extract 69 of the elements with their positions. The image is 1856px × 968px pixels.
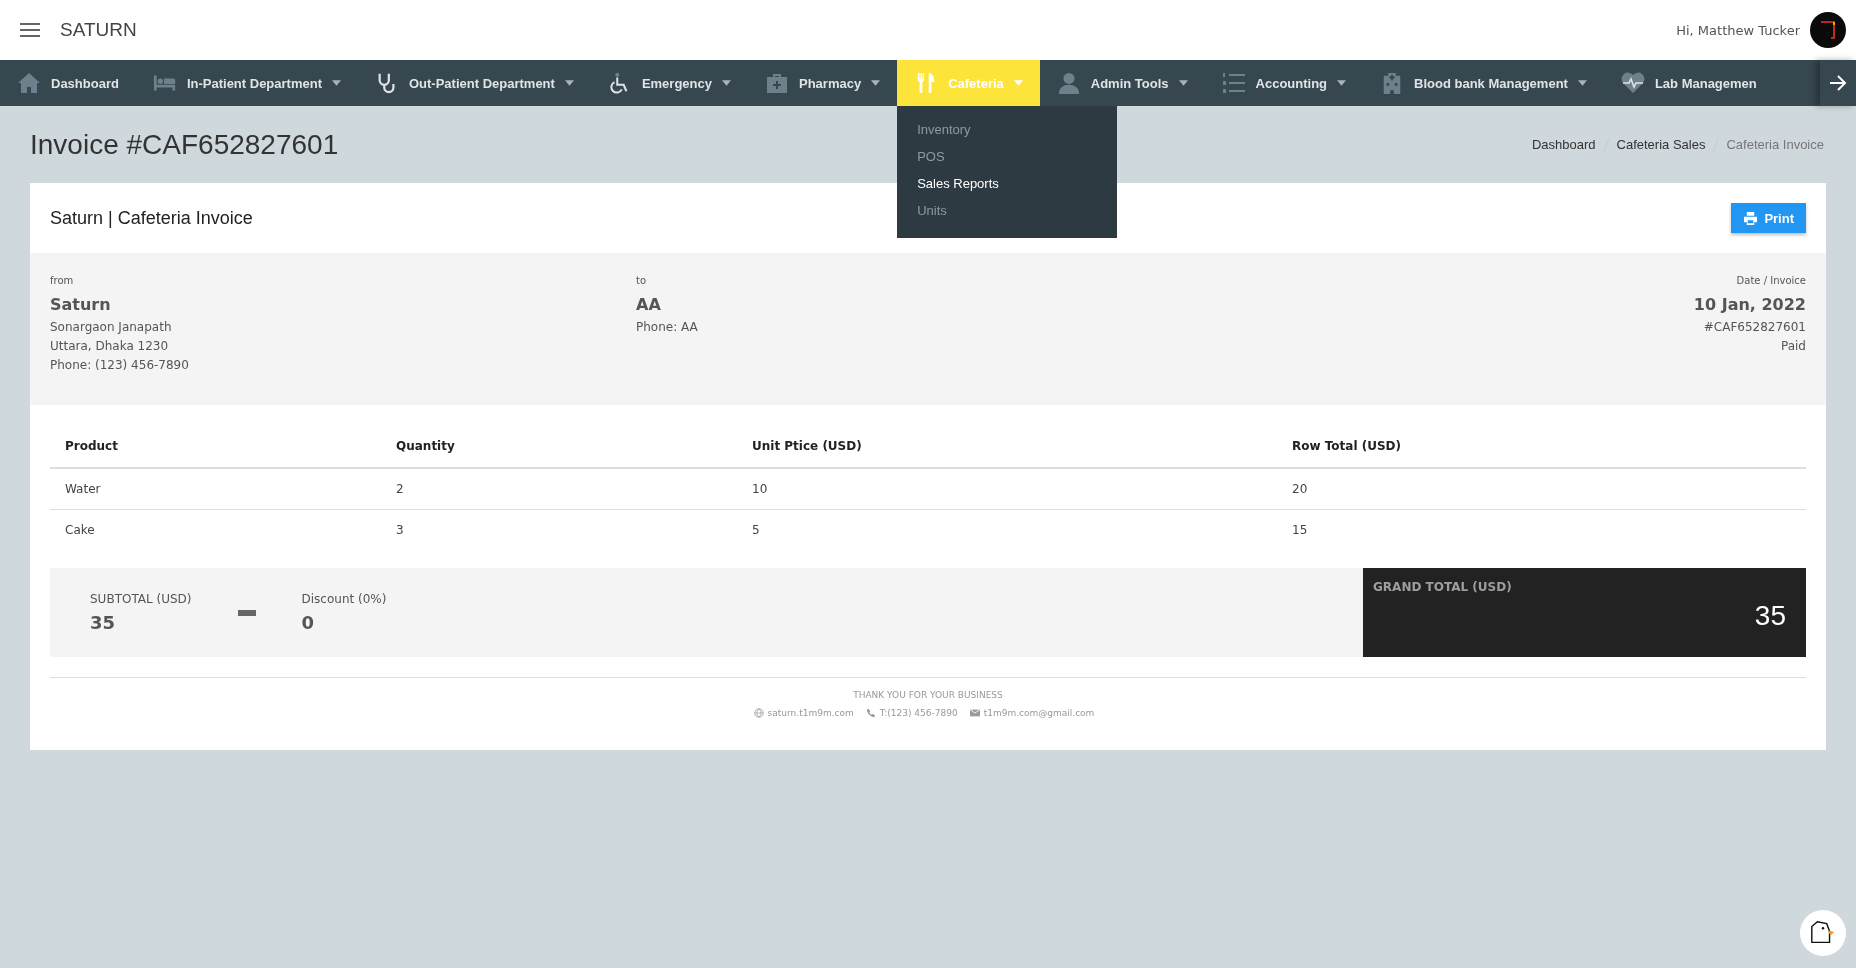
dropdown-item[interactable]: Sales Reports — [897, 170, 1118, 197]
column-header: Unit Ptice (USD) — [752, 439, 863, 453]
breadcrumb-link[interactable]: Cafeteria Sales — [1616, 137, 1706, 152]
address-line: Phone: (123) 456-7890 — [50, 357, 189, 374]
subtotal-value: 35 — [90, 612, 117, 633]
globe-icon — [753, 708, 764, 718]
table-cell-text: 2 — [396, 482, 405, 496]
nav-item[interactable]: Emergency — [590, 60, 748, 106]
grand-total-value: 35 — [1754, 600, 1786, 632]
nav-item[interactable]: In-Patient Department — [135, 60, 358, 106]
brand-name[interactable]: SATURN — [60, 19, 137, 41]
nav-item[interactable]: Lab Managemen — [1603, 60, 1774, 106]
phone-icon — [865, 708, 876, 718]
nav-item[interactable]: Blood bank Management — [1363, 60, 1604, 106]
house-icon — [17, 72, 41, 94]
dropdown-item[interactable]: Inventory — [897, 116, 1118, 143]
grand-total-label: GRAND TOTAL (USD) — [1373, 580, 1513, 594]
scroll-right-button[interactable] — [1820, 60, 1856, 106]
table-cell-text: 5 — [752, 523, 761, 537]
table-cell-text: Cake — [65, 523, 96, 537]
arrow-right-icon — [1829, 75, 1847, 91]
column-header: Quantity — [396, 439, 456, 453]
thank-you-note: THANK YOU FOR YOUR BUSINESS — [853, 690, 1003, 700]
numbered-list-icon — [1221, 72, 1246, 94]
card-title: Saturn | Cafeteria Invoice — [50, 207, 253, 229]
nav-item[interactable]: Dashboard — [0, 60, 136, 106]
dropdown-item[interactable]: Units — [897, 197, 1118, 224]
address-line: Phone: AA — [636, 319, 698, 336]
breadcrumb-link[interactable]: Dashboard — [1531, 137, 1596, 152]
discount-label: Discount (0%) — [301, 592, 387, 606]
email-text: t1m9m.com@gmail.com — [983, 708, 1095, 718]
address-line: Sonargaon Janapath — [50, 319, 172, 336]
column-header: Product — [65, 439, 119, 453]
nav-item[interactable]: Admin Tools — [1039, 60, 1205, 106]
invoice-detail: Paid — [1781, 338, 1806, 355]
table-cell-text: 15 — [1292, 523, 1309, 537]
column-header: Row Total (USD) — [1292, 439, 1403, 453]
breadcrumb-current-page: Cafeteria Invoice — [1726, 137, 1824, 152]
table-cell-text: 3 — [396, 523, 405, 537]
invoice-date: 10 Jan, 2022 — [1693, 295, 1806, 314]
nav-item[interactable]: Out-Patient Department — [358, 60, 591, 106]
address-line: Uttara, Dhaka 1230 — [50, 338, 169, 355]
table-cell-text: 10 — [752, 482, 769, 496]
menu-icon[interactable] — [20, 23, 40, 37]
discount-value: 0 — [301, 612, 316, 633]
user-greeting: Hi, Matthew Tucker — [1676, 22, 1800, 38]
table-cell-text: Water — [65, 482, 102, 496]
heartbeat-icon — [1620, 72, 1645, 94]
chat-widget-button[interactable] — [1800, 910, 1846, 956]
envelope-icon — [969, 708, 980, 718]
minus-icon — [237, 609, 256, 616]
table-cell-text: 20 — [1292, 482, 1309, 496]
to-label: to — [636, 275, 647, 286]
dropdown-item[interactable]: POS — [897, 143, 1118, 170]
avatar-icon[interactable] — [1810, 12, 1846, 48]
medkit-icon — [765, 72, 789, 94]
page-title: Invoice #CAF652827601 — [30, 128, 339, 161]
nav-item[interactable]: Accounting — [1204, 60, 1364, 106]
sender-name: Saturn — [50, 295, 111, 314]
date-invoice-label: Date / Invoice — [1736, 275, 1806, 286]
subtotal-label: SUBTOTAL (USD) — [90, 592, 192, 606]
website-text: saturn.t1m9m.com — [767, 708, 854, 718]
printer-icon — [1743, 211, 1759, 225]
recipient-name: AA — [636, 295, 661, 314]
invoice-detail: #CAF652827601 — [1703, 319, 1806, 336]
nav-item[interactable]: Pharmacy — [748, 60, 898, 106]
phone-text: T:(123) 456-7890 — [879, 708, 958, 718]
from-label: from — [50, 275, 74, 286]
person-icon — [1056, 72, 1081, 94]
